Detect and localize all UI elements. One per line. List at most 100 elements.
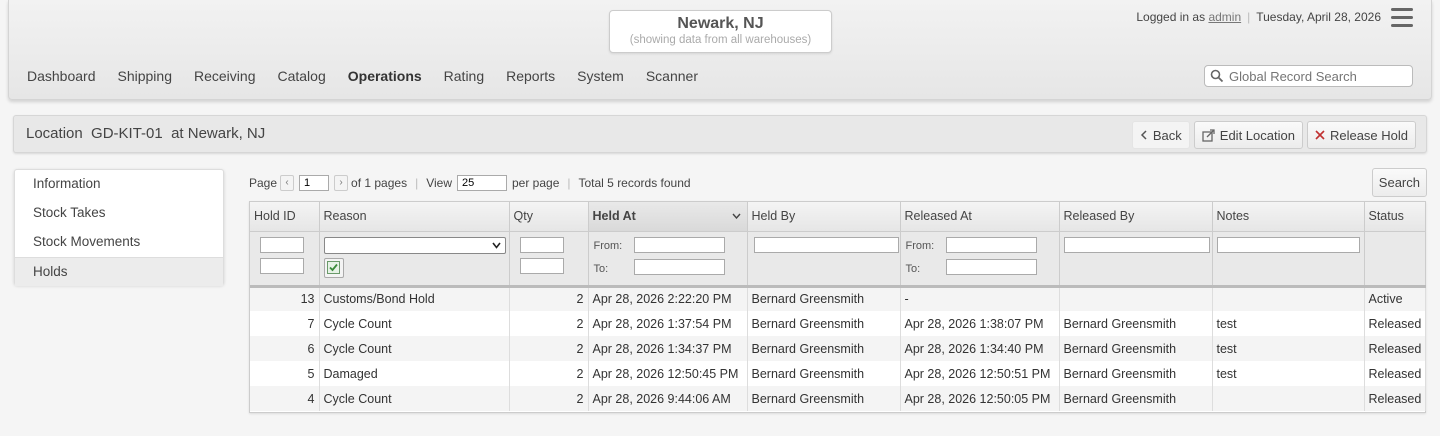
page-number-input[interactable]: [299, 175, 330, 191]
cell-hold-id: 5: [250, 361, 320, 386]
pager: Page ‹ › of 1 pages | View per page | To…: [249, 173, 691, 193]
cell-released-by: Bernard Greensmith: [1059, 386, 1213, 411]
cell-held-at: Apr 28, 2026 1:37:54 PM: [588, 311, 748, 336]
filter-reason-select[interactable]: [323, 236, 506, 254]
released-at-from-label: From:: [905, 239, 935, 252]
nav-dashboard[interactable]: Dashboard: [27, 68, 96, 84]
filter-hold-id-to[interactable]: [260, 257, 304, 274]
col-released-by[interactable]: Released By: [1059, 202, 1213, 232]
warehouse-scope-note: (showing data from all warehouses): [629, 34, 812, 46]
sort-desc-icon: [731, 213, 741, 219]
nav-rating[interactable]: Rating: [444, 68, 484, 84]
cell-notes: test: [1212, 336, 1365, 361]
col-status[interactable]: Status: [1364, 202, 1426, 232]
cell-held-by: Bernard Greensmith: [747, 336, 901, 361]
cell-qty: 2: [509, 286, 589, 311]
close-icon: [1315, 130, 1325, 140]
table-row[interactable]: 6 Cycle Count 2 Apr 28, 2026 1:34:37 PM …: [250, 336, 1426, 361]
hamburger-menu-icon[interactable]: [1391, 8, 1413, 28]
nav-shipping[interactable]: Shipping: [118, 68, 173, 84]
filter-hold-id-from[interactable]: [260, 236, 304, 253]
cell-held-by: Bernard Greensmith: [747, 361, 901, 386]
release-hold-label: Release Hold: [1329, 127, 1408, 143]
search-icon: [1210, 69, 1224, 86]
search-button[interactable]: Search: [1371, 168, 1427, 197]
per-page-input[interactable]: [457, 175, 507, 191]
cell-qty: 2: [509, 361, 589, 386]
user-info: Logged in as admin | Tuesday, April 28, 20…: [1136, 10, 1381, 24]
filter-held-at-to[interactable]: [633, 258, 725, 275]
per-page-label: per page: [512, 176, 560, 190]
sidemenu-holds[interactable]: Holds: [15, 257, 223, 286]
col-qty[interactable]: Qty: [509, 202, 589, 232]
cell-held-at: Apr 28, 2026 2:22:20 PM: [588, 286, 748, 311]
back-button[interactable]: Back: [1131, 121, 1190, 149]
cell-released-at: Apr 28, 2026 1:34:40 PM: [900, 336, 1060, 361]
cell-hold-id: 7: [250, 311, 320, 336]
edit-location-button[interactable]: Edit Location: [1193, 121, 1303, 149]
nav-system[interactable]: System: [577, 68, 624, 84]
page-actions: Back Edit Location Release Hold: [1128, 121, 1416, 149]
col-reason[interactable]: Reason: [319, 202, 510, 232]
filter-notes[interactable]: [1216, 236, 1360, 253]
table-row[interactable]: 7 Cycle Count 2 Apr 28, 2026 1:37:54 PM …: [250, 311, 1426, 336]
page-count: of 1 pages: [351, 176, 408, 190]
holds-grid: Hold ID Reason Qty Held At Held By Relea…: [249, 201, 1426, 413]
filter-row: From: To: From: To:: [250, 231, 1426, 288]
held-at-from-label: From:: [593, 239, 623, 252]
filter-released-at-from[interactable]: [945, 236, 1037, 253]
main-nav: Dashboard Shipping Receiving Catalog Ope…: [27, 68, 720, 84]
table-row[interactable]: 5 Damaged 2 Apr 28, 2026 12:50:45 PM Ber…: [250, 361, 1426, 386]
external-link-icon: [1202, 128, 1215, 142]
sidemenu-stock-movements[interactable]: Stock Movements: [15, 228, 223, 257]
sidemenu-information[interactable]: Information: [15, 170, 223, 199]
cell-reason: Cycle Count: [319, 311, 510, 336]
cell-released-at: Apr 28, 2026 12:50:51 PM: [900, 361, 1060, 386]
nav-receiving[interactable]: Receiving: [194, 68, 255, 84]
cell-notes: test: [1212, 311, 1365, 336]
view-label: View: [426, 176, 452, 190]
col-hold-id[interactable]: Hold ID: [250, 202, 320, 232]
back-button-label: Back: [1152, 127, 1182, 143]
global-search-input[interactable]: [1227, 67, 1407, 85]
prev-page-icon[interactable]: ‹: [280, 175, 295, 191]
cell-hold-id: 4: [250, 386, 320, 411]
nav-scanner[interactable]: Scanner: [646, 68, 698, 84]
user-link[interactable]: admin: [1208, 10, 1241, 24]
cell-qty: 2: [509, 311, 589, 336]
nav-operations[interactable]: Operations: [348, 68, 422, 84]
global-search: [1204, 65, 1413, 87]
filter-held-by[interactable]: [753, 236, 899, 253]
cell-held-at: Apr 28, 2026 12:50:45 PM: [588, 361, 748, 386]
filter-held-at-from[interactable]: [633, 236, 725, 253]
cell-reason: Cycle Count: [319, 336, 510, 361]
page-label: Page: [249, 176, 278, 190]
cell-qty: 2: [509, 336, 589, 361]
col-held-by[interactable]: Held By: [747, 202, 901, 232]
cell-status: Released: [1364, 311, 1426, 336]
sidemenu-stock-takes[interactable]: Stock Takes: [15, 199, 223, 228]
cell-held-by: Bernard Greensmith: [747, 311, 901, 336]
release-hold-button[interactable]: Release Hold: [1306, 121, 1416, 149]
filter-qty-to[interactable]: [519, 257, 564, 274]
col-held-at-label: Held At: [592, 209, 636, 224]
next-page-icon[interactable]: ›: [334, 175, 349, 191]
cell-held-at: Apr 28, 2026 9:44:06 AM: [588, 386, 748, 411]
table-row[interactable]: 4 Cycle Count 2 Apr 28, 2026 9:44:06 AM …: [250, 386, 1426, 411]
table-row[interactable]: 13 Customs/Bond Hold 2 Apr 28, 2026 2:22…: [250, 286, 1426, 311]
cell-released-by: [1059, 286, 1213, 311]
warehouse-selector[interactable]: Newark, NJ (showing data from all wareho…: [609, 10, 832, 53]
cell-held-by: Bernard Greensmith: [747, 286, 901, 311]
col-notes[interactable]: Notes: [1212, 202, 1365, 232]
nav-catalog[interactable]: Catalog: [277, 68, 325, 84]
cell-reason: Customs/Bond Hold: [319, 286, 510, 311]
filter-qty-from[interactable]: [519, 236, 564, 253]
filter-released-at-to[interactable]: [945, 258, 1037, 275]
filter-released-by[interactable]: [1063, 236, 1210, 253]
nav-reports[interactable]: Reports: [506, 68, 555, 84]
apply-filter-button[interactable]: [323, 257, 344, 278]
cell-notes: [1212, 286, 1365, 311]
page-titlebar: Location GD-KIT-01 at Newark, NJ Back Ed…: [13, 115, 1427, 153]
col-released-at[interactable]: Released At: [900, 202, 1060, 232]
col-held-at[interactable]: Held At: [588, 202, 748, 232]
